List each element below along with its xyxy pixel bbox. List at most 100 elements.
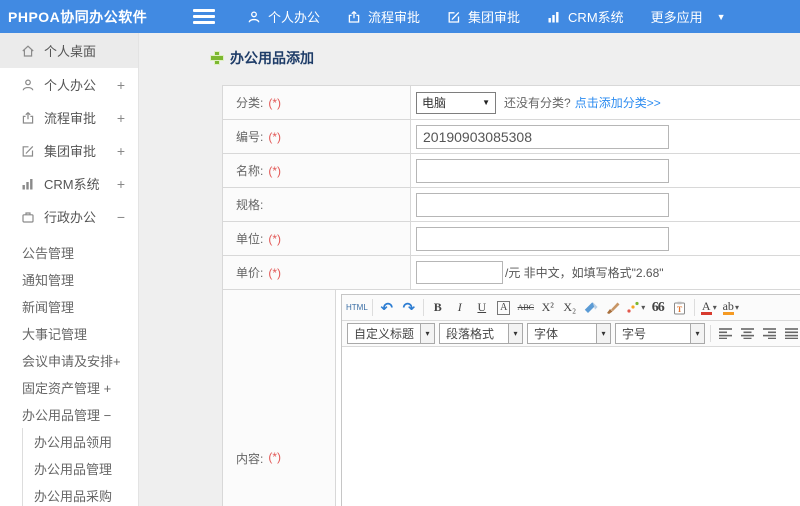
- code-input[interactable]: [416, 124, 669, 149]
- chevron-down-icon: ▾: [641, 303, 646, 312]
- bar-chart-icon: [22, 178, 33, 189]
- editor-toolbar-row2: 自定义标题 ▾ 段落格式 ▾ 字体 ▾ 字号 ▾: [342, 321, 800, 347]
- name-value-cell: [411, 154, 800, 187]
- rich-text-editor: HTML ↶ ↷ B I U A ABC X² X₂ ▾ 66 T A ▾ ab…: [341, 294, 800, 506]
- paragraph-format-select[interactable]: 段落格式 ▾: [439, 323, 523, 344]
- required-marker: (*): [268, 95, 282, 110]
- name-label-cell: 名称: (*): [223, 154, 411, 187]
- editor-content-area[interactable]: [342, 347, 800, 506]
- content-value-cell: HTML ↶ ↷ B I U A ABC X² X₂ ▾ 66 T A ▾ ab…: [336, 290, 800, 506]
- eraser-button[interactable]: [582, 298, 602, 318]
- sidebar-subitem-meeting[interactable]: 会议申请及安排+: [0, 347, 138, 374]
- strikethrough-button[interactable]: ABC: [516, 298, 536, 318]
- unit-input[interactable]: [416, 226, 669, 251]
- nav-workflow-approval[interactable]: 流程审批: [347, 7, 420, 26]
- nav-label: 集团审批: [468, 10, 521, 25]
- svg-text:T: T: [677, 305, 683, 314]
- sidebar-subitem-announcement[interactable]: 公告管理: [0, 239, 138, 266]
- price-label-cell: 单价: (*): [223, 256, 411, 289]
- sidebar-item-desktop[interactable]: 个人桌面: [0, 33, 138, 68]
- align-left-button[interactable]: [715, 324, 735, 344]
- sidebar-item-admin-office[interactable]: 行政办公 −: [0, 200, 138, 233]
- user-icon: [22, 79, 34, 90]
- share-icon: [348, 10, 360, 23]
- paste-plain-button[interactable]: T: [670, 298, 690, 318]
- sidebar-subitem-supplies-claim[interactable]: 办公用品领用: [23, 428, 138, 455]
- align-justify-button[interactable]: [781, 324, 800, 344]
- spec-label-cell: 规格:: [223, 188, 411, 221]
- content-label-cell: 内容: (*): [223, 290, 336, 506]
- blockquote-button[interactable]: 66: [648, 298, 668, 318]
- expand-plus-icon[interactable]: +: [117, 110, 125, 126]
- nav-crm-system[interactable]: CRM系统: [547, 7, 624, 26]
- required-marker: (*): [268, 231, 282, 246]
- font-color-button[interactable]: A ▾: [699, 298, 719, 318]
- unit-label-cell: 单位: (*): [223, 222, 411, 255]
- char-border-button[interactable]: A: [494, 298, 514, 318]
- sidebar-subitem-notice[interactable]: 通知管理: [0, 266, 138, 293]
- chevron-down-icon: ▾: [712, 303, 717, 312]
- sidebar-subitem-news[interactable]: 新闻管理: [0, 293, 138, 320]
- toolbar-separator: [710, 325, 711, 342]
- underline-button[interactable]: U: [472, 298, 492, 318]
- sidebar-subitem-supplies-purchase[interactable]: 办公用品采购: [23, 482, 138, 506]
- font-size-select[interactable]: 字号 ▾: [615, 323, 705, 344]
- undo-button[interactable]: ↶: [377, 298, 397, 318]
- bold-button[interactable]: B: [428, 298, 448, 318]
- hamburger-menu-icon[interactable]: [193, 9, 215, 24]
- italic-button[interactable]: I: [450, 298, 470, 318]
- subitem-label: 办公用品采购: [34, 489, 113, 504]
- code-label: 编号:: [236, 130, 264, 144]
- nav-label: 个人办公: [268, 10, 321, 25]
- sidebar-item-workflow-approval[interactable]: 流程审批 +: [0, 101, 138, 134]
- superscript-button[interactable]: X²: [538, 298, 558, 318]
- sidebar-subitem-fixed-assets[interactable]: 固定资产管理 +: [0, 374, 138, 401]
- sidebar-subitem-office-supplies[interactable]: 办公用品管理 −: [0, 401, 138, 428]
- auto-typeset-button[interactable]: ▾: [626, 298, 646, 318]
- align-left-icon: [718, 328, 732, 339]
- expand-plus-icon[interactable]: +: [117, 77, 125, 93]
- expand-plus-icon[interactable]: +: [117, 176, 125, 192]
- subscript-button[interactable]: X₂: [560, 298, 580, 318]
- sidebar-subsubmenu: 办公用品领用 办公用品管理 办公用品采购: [22, 428, 138, 506]
- nav-group-approval[interactable]: 集团审批: [447, 7, 520, 26]
- nav-label: 更多应用: [650, 10, 703, 25]
- nav-label: 流程审批: [368, 10, 421, 25]
- custom-title-select[interactable]: 自定义标题 ▾: [347, 323, 435, 344]
- price-input[interactable]: [416, 261, 503, 284]
- sidebar-item-label: CRM系统: [44, 177, 100, 192]
- collapse-minus-icon[interactable]: −: [117, 209, 125, 225]
- category-select[interactable]: 电脑 ▼: [416, 91, 496, 114]
- sidebar-item-group-approval[interactable]: 集团审批 +: [0, 134, 138, 167]
- html-source-button[interactable]: HTML: [346, 298, 368, 318]
- format-painter-button[interactable]: [604, 298, 624, 318]
- highlight-color-button[interactable]: ab ▾: [721, 298, 741, 318]
- font-family-select[interactable]: 字体 ▾: [527, 323, 611, 344]
- redo-button[interactable]: ↷: [399, 298, 419, 318]
- expand-plus-icon[interactable]: +: [117, 143, 125, 159]
- briefcase-icon: [22, 211, 34, 223]
- nav-personal-office[interactable]: 个人办公: [247, 7, 320, 26]
- nav-more-apps[interactable]: 更多应用 ▼: [651, 7, 726, 26]
- sidebar-subitem-events[interactable]: 大事记管理: [0, 320, 138, 347]
- chevron-down-icon: ▾: [734, 303, 739, 312]
- sidebar-subitem-supplies-manage[interactable]: 办公用品管理: [23, 455, 138, 482]
- spec-input[interactable]: [416, 192, 669, 217]
- align-right-button[interactable]: [759, 324, 779, 344]
- subitem-label: 办公用品领用: [34, 435, 113, 450]
- select-label: 字号: [622, 327, 647, 341]
- form-row-name: 名称: (*): [223, 154, 800, 188]
- add-category-link[interactable]: 点击添加分类>>: [575, 94, 661, 111]
- nav-label: CRM系统: [568, 10, 624, 25]
- align-center-button[interactable]: [737, 324, 757, 344]
- form-row-category: 分类: (*) 电脑 ▼ 还没有分类? 点击添加分类>>: [223, 86, 800, 120]
- category-select-value: 电脑: [422, 96, 447, 110]
- name-input[interactable]: [416, 158, 669, 183]
- select-label: 段落格式: [446, 327, 495, 341]
- sidebar-item-personal-office[interactable]: 个人办公 +: [0, 68, 138, 101]
- chevron-down-icon: ▼: [716, 11, 726, 22]
- subitem-label: 大事记管理: [22, 327, 88, 342]
- spec-label: 规格:: [236, 198, 264, 212]
- sidebar-item-crm[interactable]: CRM系统 +: [0, 167, 138, 200]
- chevron-down-icon: ▾: [596, 324, 610, 343]
